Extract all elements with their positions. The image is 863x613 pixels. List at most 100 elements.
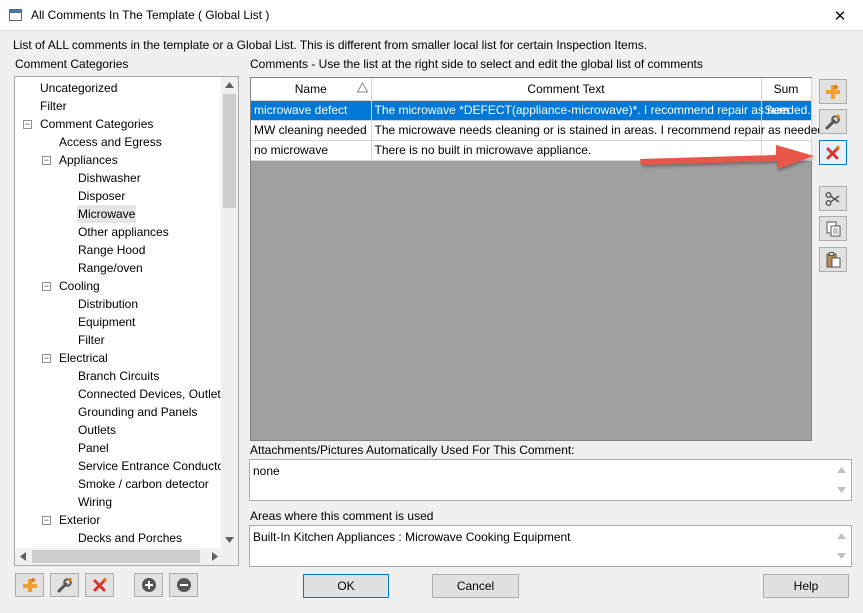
tree-expander-icon[interactable]: − [42,282,51,291]
scroll-right-icon[interactable] [212,552,218,561]
comments-grid[interactable]: Name Comment Text Sum microwave defect Th… [250,77,827,441]
tree-item[interactable]: Smoke / carbon detector [15,475,223,493]
tree-item[interactable]: Other appliances [15,223,223,241]
column-header-name[interactable]: Name [251,78,372,101]
expand-all-button[interactable] [134,573,163,597]
tree-item[interactable]: − Cooling [15,277,223,295]
tree-item-label: Range/oven [78,261,143,275]
collapse-all-button[interactable] [169,573,198,597]
tree-item-label: Wiring [78,495,113,509]
tree-item-label: Disposer [78,189,126,203]
attachments-field[interactable]: none [249,459,852,501]
app-icon [9,9,22,21]
tree-item-label: Comment Categories [40,117,154,131]
add-comment-icon [826,83,840,99]
tree-expander-icon[interactable]: − [42,516,51,525]
tree-item[interactable]: Filter [15,331,223,349]
attachments-scrollbar[interactable] [833,461,850,499]
tree-horizontal-scrollbar[interactable] [15,548,223,565]
tree-item-label: Electrical [59,351,108,365]
tree-item-label: Smoke / carbon detector [78,477,209,491]
delete-comment-button[interactable] [819,140,847,165]
delete-comment-icon [826,144,841,159]
edit-category-button[interactable] [50,573,79,597]
tree-item-label: Distribution [78,297,139,311]
tree-vscroll-thumb[interactable] [223,94,236,208]
tree-item[interactable]: Disposer [15,187,223,205]
tree-item[interactable]: Range/oven [15,259,223,277]
copy-icon [826,221,841,236]
ok-button[interactable]: OK [303,574,389,598]
cut-button[interactable] [819,186,847,211]
scroll-up-icon[interactable] [837,533,846,539]
edit-comment-icon [57,577,72,593]
attachments-label: Attachments/Pictures Automatically Used … [250,443,575,457]
tree-item[interactable]: Equipment [15,313,223,331]
tree-item-label: Equipment [78,315,136,329]
column-header-comment-text[interactable]: Comment Text [371,78,762,101]
tree-vertical-scrollbar[interactable] [221,77,238,548]
tree-expander-icon[interactable]: − [23,120,32,129]
tree-item[interactable]: Connected Devices, Outlets [15,385,227,403]
scroll-left-icon[interactable] [20,552,26,561]
tree-item[interactable]: Filter [15,97,223,115]
tree-item-label: Service Entrance Conductors [78,459,235,473]
scroll-down-icon[interactable] [225,537,234,543]
tree-expander-icon[interactable]: − [42,156,51,165]
tree-label: Comment Categories [15,57,129,71]
edit-comment-button[interactable] [819,109,847,134]
areas-field[interactable]: Built-In Kitchen Appliances : Microwave … [249,525,852,567]
tree-item-label: Range Hood [78,243,146,257]
comment-name-cell[interactable]: microwave defect [251,100,372,121]
tree-item-label: Filter [40,99,67,113]
tree-hscroll-thumb[interactable] [32,550,200,563]
tree-item[interactable]: − Comment Categories [15,115,223,133]
copy-button[interactable] [819,216,847,241]
tree-item-label: Connected Devices, Outlets [78,387,227,401]
tree-item[interactable]: Wiring [15,493,223,511]
description-text: List of ALL comments in the template or … [13,38,648,52]
scroll-up-icon[interactable] [225,82,234,88]
expand-all-icon [141,578,156,592]
tree-item[interactable]: Grounding and Panels [15,403,223,421]
tree-item[interactable]: Range Hood [15,241,223,259]
close-icon[interactable]: ✕ [817,0,863,31]
comments-label: Comments - Use the list at the right sid… [250,57,703,71]
tree-item[interactable]: − Electrical [15,349,223,367]
tree-item[interactable]: − Appliances [15,151,223,169]
paste-button[interactable] [819,247,847,272]
tree-item-label: Uncategorized [40,81,118,95]
delete-category-button[interactable] [85,573,114,597]
tree-item[interactable]: Dishwasher [15,169,223,187]
scroll-down-icon[interactable] [837,553,846,559]
comment-name-cell[interactable]: no microwave [251,140,372,161]
tree-item[interactable]: Branch Circuits [15,367,223,385]
tree-item-label: Cooling [59,279,100,293]
comment-name-cell[interactable]: MW cleaning needed [251,120,372,141]
scroll-up-icon[interactable] [837,467,846,473]
column-header-sum[interactable]: Sum [761,78,812,101]
tree-item[interactable]: Microwave [15,205,223,223]
tree-item[interactable]: Outlets [15,421,223,439]
tree-item[interactable]: Decks and Porches [15,529,223,547]
tree-expander-icon[interactable]: − [42,354,51,363]
add-category-button[interactable] [15,573,44,597]
edit-comment-icon [825,113,841,129]
annotation-arrow-icon [640,145,814,169]
help-button[interactable]: Help [763,574,849,598]
cancel-button[interactable]: Cancel [432,574,519,598]
tree-item-label: Filter [78,333,105,347]
tree-item[interactable]: − Exterior [15,511,223,529]
tree-item[interactable]: Uncategorized [15,79,223,97]
tree-item[interactable]: Distribution [15,295,223,313]
comment-text-cell[interactable]: The microwave *DEFECT(appliance-microwav… [371,100,811,121]
scroll-down-icon[interactable] [837,487,846,493]
tree-item[interactable]: Panel [15,439,223,457]
sort-ascending-icon [356,82,368,93]
tree-item[interactable]: Service Entrance Conductors [15,457,234,475]
add-comment-button[interactable] [819,79,847,104]
comment-row[interactable]: microwave defect The microwave *DEFECT(ap… [251,100,812,121]
areas-scrollbar[interactable] [833,527,850,565]
category-tree[interactable]: Uncategorized Filter − Comment Categories Ac… [14,76,239,566]
tree-item[interactable]: Access and Egress [15,133,223,151]
